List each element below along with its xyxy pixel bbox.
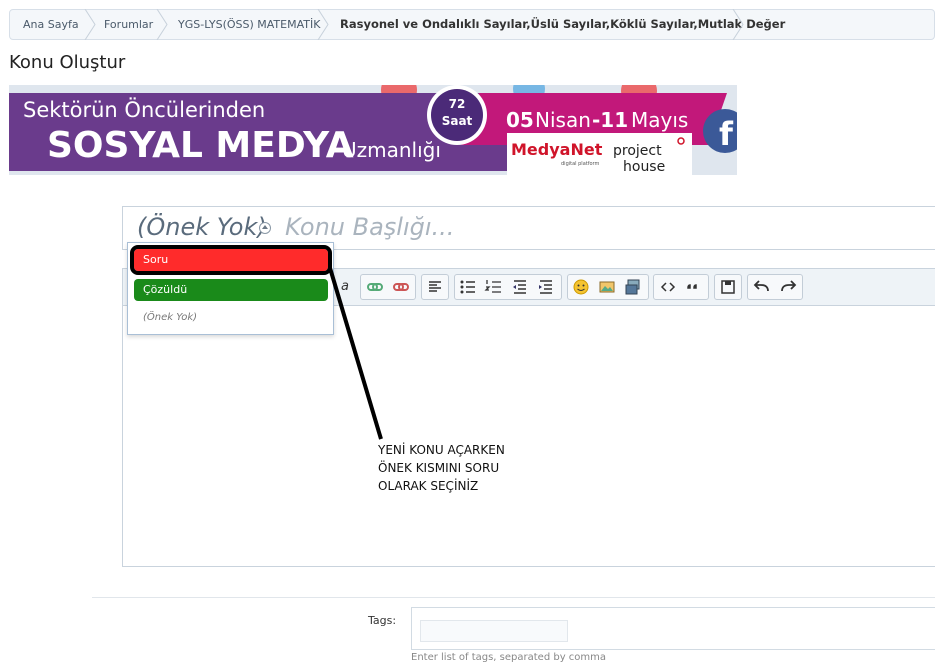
tags-label: Tags:: [368, 614, 397, 627]
annotation-line: OLARAK SEÇİNİZ: [378, 479, 479, 493]
tags-field[interactable]: [411, 607, 935, 650]
annotation-line: ÖNEK KISMINI SORU: [378, 461, 500, 475]
annotation-line: YENİ KONU AÇARKEN: [378, 443, 505, 457]
annotation-note: YENİ KONU AÇARKEN ÖNEK KISMINI SORU OLAR…: [378, 441, 505, 495]
tags-hint: Enter list of tags, separated by comma: [411, 652, 607, 663]
annotation-arrow: [328, 267, 383, 440]
tags-input[interactable]: [420, 620, 568, 642]
divider: [92, 597, 935, 598]
